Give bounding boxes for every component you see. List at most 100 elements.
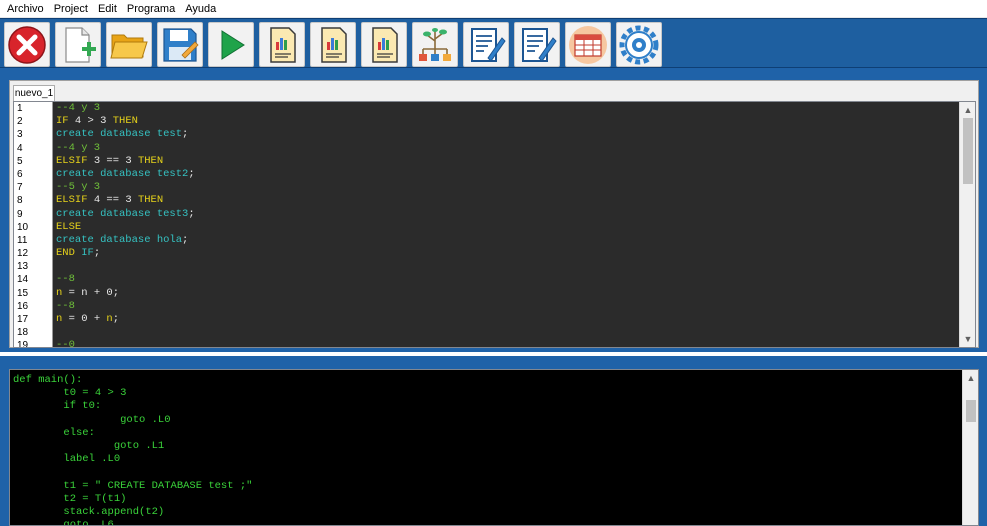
line-number: 5 bbox=[17, 155, 23, 167]
output-panel: def main(): t0 = 4 > 3 if t0: goto .L0 e… bbox=[0, 356, 987, 526]
new-file-button[interactable] bbox=[55, 22, 101, 67]
scrollbar-thumb[interactable] bbox=[966, 400, 976, 422]
output-line: else: bbox=[13, 426, 95, 439]
output-line: if t0: bbox=[13, 400, 102, 413]
menu-edit[interactable]: Edit bbox=[93, 0, 122, 18]
code-token: ; bbox=[188, 167, 195, 180]
code-token: ; bbox=[188, 207, 195, 220]
code-token: ELSIF bbox=[56, 154, 88, 167]
output-line: t1 = " CREATE DATABASE test ;" bbox=[13, 479, 253, 492]
line-number: 6 bbox=[17, 168, 23, 180]
output-line: t2 = T(t1) bbox=[13, 492, 127, 505]
output-line: def main(): bbox=[13, 374, 83, 386]
line-number: 7 bbox=[17, 182, 23, 194]
save-button[interactable] bbox=[157, 22, 203, 67]
edit-document-button-2[interactable] bbox=[514, 22, 560, 67]
code-token: ELSE bbox=[56, 220, 82, 233]
editor-tab-control: nuevo_1 1 2 3 4 5 6 7 8 9 10 11 12 13 14 15 16 17 18 19 --… bbox=[9, 80, 979, 348]
line-number-gutter: 1 2 3 4 5 6 7 8 9 10 11 12 13 14 15 16 17 18 19 bbox=[14, 102, 53, 347]
code-line: --8 bbox=[56, 273, 956, 286]
editor-scrollbar[interactable]: ▲ ▼ bbox=[959, 102, 975, 347]
code-token: = n + 0; bbox=[62, 286, 120, 299]
open-folder-button[interactable] bbox=[106, 22, 152, 67]
output-line: goto .L1 bbox=[13, 439, 165, 452]
settings-button[interactable] bbox=[616, 22, 662, 67]
menu-programa[interactable]: Programa bbox=[122, 0, 180, 18]
report-icon bbox=[372, 26, 398, 63]
code-token: create database test2 bbox=[56, 167, 189, 180]
code-line: create database test2; bbox=[56, 168, 956, 181]
line-number: 16 bbox=[17, 300, 29, 312]
menu-bar: Archivo Project Edit Programa Ayuda bbox=[0, 0, 987, 18]
edit-document-button-1[interactable] bbox=[463, 22, 509, 67]
scrollbar-thumb[interactable] bbox=[963, 118, 973, 184]
code-line: --4 y 3 bbox=[56, 102, 956, 115]
line-number: 14 bbox=[17, 274, 29, 286]
code-line: IF 4 > 3 THEN bbox=[56, 115, 956, 128]
code-token: THEN bbox=[137, 194, 164, 207]
report-button-3[interactable] bbox=[361, 22, 407, 67]
line-number: 15 bbox=[17, 287, 29, 299]
line-number: 1 bbox=[17, 103, 23, 114]
code-token: = 0 + bbox=[62, 313, 107, 325]
run-button[interactable] bbox=[208, 22, 254, 67]
code-line: ELSE bbox=[56, 221, 956, 234]
code-token: --5 y 3 bbox=[56, 181, 101, 194]
code-editor[interactable]: 1 2 3 4 5 6 7 8 9 10 11 12 13 14 15 16 17 18 19 --4 y 3 IF … bbox=[13, 101, 976, 348]
scroll-up-arrow-icon[interactable]: ▲ bbox=[963, 370, 978, 386]
line-number: 13 bbox=[17, 261, 29, 273]
output-line: goto .L0 bbox=[13, 413, 171, 426]
report-icon bbox=[321, 26, 347, 63]
tab-nuevo-1[interactable]: nuevo_1 bbox=[13, 85, 55, 102]
save-icon bbox=[163, 27, 199, 62]
code-line: --5 y 3 bbox=[56, 181, 956, 194]
code-line: n = n + 0; bbox=[56, 287, 956, 300]
code-line: --4 y 3 bbox=[56, 142, 956, 155]
tree-button[interactable] bbox=[412, 22, 458, 67]
line-number: 18 bbox=[17, 327, 29, 339]
code-line: create database hola; bbox=[56, 234, 956, 247]
code-token: ; bbox=[112, 313, 120, 325]
line-number: 9 bbox=[17, 208, 23, 220]
code-line: ELSIF 4 == 3 THEN bbox=[56, 194, 956, 207]
menu-ayuda[interactable]: Ayuda bbox=[180, 0, 221, 18]
code-token: 4 == 3 bbox=[87, 194, 138, 207]
code-token: THEN bbox=[137, 154, 164, 167]
line-number: 3 bbox=[17, 129, 23, 141]
scroll-up-arrow-icon[interactable]: ▲ bbox=[960, 102, 975, 118]
code-line: --8 bbox=[56, 300, 956, 313]
table-button[interactable] bbox=[565, 22, 611, 67]
code-line: --0 bbox=[56, 339, 956, 347]
code-token: ELSIF bbox=[56, 194, 88, 207]
line-number: 4 bbox=[17, 142, 23, 154]
table-icon bbox=[569, 25, 607, 64]
run-icon bbox=[221, 29, 245, 60]
output-console[interactable]: def main(): t0 = 4 > 3 if t0: goto .L0 e… bbox=[9, 369, 979, 526]
line-number: 17 bbox=[17, 314, 29, 325]
editor-panel: nuevo_1 1 2 3 4 5 6 7 8 9 10 11 12 13 14 15 16 17 18 19 --… bbox=[0, 68, 987, 352]
new-file-icon bbox=[65, 26, 96, 63]
line-number: 12 bbox=[17, 248, 29, 260]
output-scrollbar[interactable]: ▲ bbox=[962, 370, 978, 525]
report-button-1[interactable] bbox=[259, 22, 305, 67]
line-number: 10 bbox=[17, 221, 29, 233]
menu-project[interactable]: Project bbox=[49, 0, 93, 18]
code-token: create database test bbox=[56, 128, 183, 141]
scroll-down-arrow-icon[interactable]: ▼ bbox=[960, 331, 975, 347]
output-line: goto .L6 bbox=[13, 519, 114, 526]
code-token: THEN bbox=[112, 115, 138, 128]
line-number: 19 bbox=[17, 340, 29, 347]
code-token: --4 y 3 bbox=[56, 141, 101, 154]
edit-document-icon bbox=[522, 27, 557, 62]
close-button[interactable] bbox=[4, 22, 50, 67]
tree-icon bbox=[419, 27, 451, 61]
output-line: t0 = 4 > 3 bbox=[13, 387, 127, 400]
menu-archivo[interactable]: Archivo bbox=[2, 0, 49, 18]
open-folder-icon bbox=[110, 34, 148, 58]
report-button-2[interactable] bbox=[310, 22, 356, 67]
code-line: create database test3; bbox=[56, 208, 956, 221]
code-text[interactable]: --4 y 3 IF 4 > 3 THEN create database test… bbox=[56, 102, 956, 347]
